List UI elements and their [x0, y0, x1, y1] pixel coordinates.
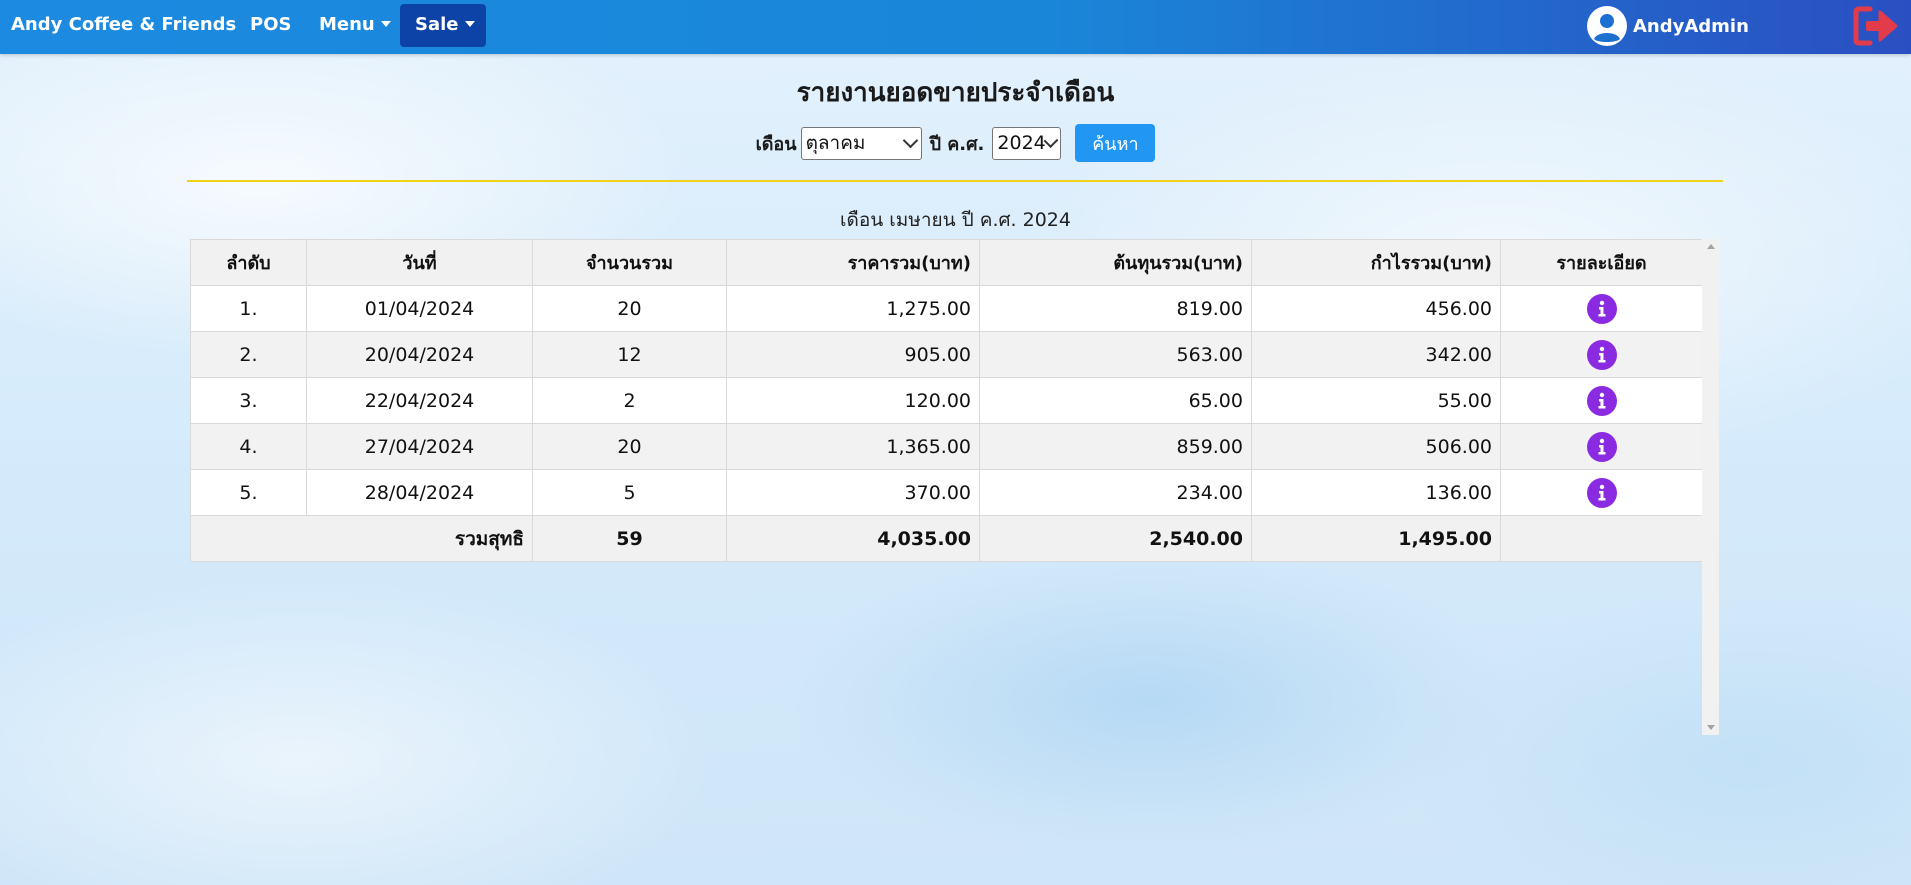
cell-profit: 55.00 [1251, 377, 1501, 424]
scroll-up-arrow-icon[interactable] [1707, 244, 1715, 249]
cell-profit: 506.00 [1251, 423, 1501, 470]
cell-date: 28/04/2024 [306, 469, 533, 516]
page-title: รายงานยอดขายประจำเดือน [796, 78, 1115, 108]
table-row: 4. 27/04/2024 20 1,365.00 859.00 506.00 [190, 423, 1703, 470]
col-header-price: ราคารวม(บาท) [726, 239, 980, 286]
sales-report-table: ลำดับ วันที่ จำนวนรวม ราคารวม(บาท) ต้นทุ… [190, 239, 1703, 562]
cell-detail [1500, 423, 1703, 470]
nav-sale-label: Sale [415, 14, 459, 35]
cell-no: 3. [190, 377, 307, 424]
top-navbar: Andy Coffee & Friends POS Menu Sale Andy… [0, 0, 1911, 54]
table-row: 3. 22/04/2024 2 120.00 65.00 55.00 [190, 377, 1703, 424]
total-cost: 2,540.00 [979, 515, 1252, 562]
year-select-value: 2024 [997, 132, 1046, 154]
cell-qty: 5 [532, 469, 727, 516]
cell-qty: 20 [532, 423, 727, 470]
cell-price: 370.00 [726, 469, 980, 516]
month-select[interactable]: ตุลาคม [800, 126, 922, 160]
col-header-no: ลำดับ [190, 239, 307, 286]
col-header-date: วันที่ [306, 239, 533, 286]
cell-detail [1500, 331, 1703, 378]
info-circle-icon[interactable] [1586, 431, 1617, 462]
report-period-label: เดือน เมษายน ปี ค.ศ. 2024 [840, 209, 1071, 231]
month-label: เดือน [755, 133, 797, 155]
cell-cost: 819.00 [979, 285, 1252, 332]
cell-cost: 65.00 [979, 377, 1252, 424]
cell-price: 1,365.00 [726, 423, 980, 470]
cell-detail [1500, 377, 1703, 424]
table-row: 1. 01/04/2024 20 1,275.00 819.00 456.00 [190, 285, 1703, 332]
year-label: ปี ค.ศ. [929, 133, 985, 155]
filter-form: เดือน ตุลาคม ปี ค.ศ. 2024 ค้นหา [0, 124, 1911, 162]
cell-detail [1500, 285, 1703, 332]
month-select-value: ตุลาคม [805, 132, 866, 154]
scroll-down-arrow-icon[interactable] [1707, 725, 1715, 730]
nav-sale-dropdown[interactable]: Sale [400, 4, 486, 47]
cell-profit: 456.00 [1251, 285, 1501, 332]
cell-price: 1,275.00 [726, 285, 980, 332]
cell-qty: 20 [532, 285, 727, 332]
total-qty: 59 [532, 515, 727, 562]
col-header-profit: กำไรรวม(บาท) [1251, 239, 1501, 286]
year-select[interactable]: 2024 [992, 126, 1062, 160]
nav-menu-dropdown[interactable]: Menu [319, 0, 391, 50]
cell-no: 5. [190, 469, 307, 516]
cell-date: 27/04/2024 [306, 423, 533, 470]
total-label: รวมสุทธิ [190, 515, 533, 562]
cell-price: 120.00 [726, 377, 980, 424]
nav-menu-label: Menu [319, 14, 375, 35]
cell-cost: 859.00 [979, 423, 1252, 470]
caret-down-icon [380, 20, 391, 27]
table-header-row: ลำดับ วันที่ จำนวนรวม ราคารวม(บาท) ต้นทุ… [190, 239, 1703, 286]
username-label: AndyAdmin [1633, 15, 1749, 37]
total-price: 4,035.00 [726, 515, 980, 562]
cell-detail [1500, 469, 1703, 516]
table-row: 2. 20/04/2024 12 905.00 563.00 342.00 [190, 331, 1703, 378]
cell-date: 20/04/2024 [306, 331, 533, 378]
table-scrollbar[interactable] [1702, 239, 1719, 735]
user-menu[interactable]: AndyAdmin [1587, 6, 1749, 46]
cell-profit: 342.00 [1251, 331, 1501, 378]
cell-profit: 136.00 [1251, 469, 1501, 516]
chevron-down-icon [902, 132, 918, 149]
table-row: 5. 28/04/2024 5 370.00 234.00 136.00 [190, 469, 1703, 516]
divider [187, 180, 1723, 182]
sign-out-icon[interactable] [1853, 5, 1899, 47]
cell-qty: 12 [532, 331, 727, 378]
brand-link[interactable]: Andy Coffee & Friends [11, 0, 236, 50]
cell-no: 2. [190, 331, 307, 378]
cell-cost: 234.00 [979, 469, 1252, 516]
caret-down-icon [464, 20, 475, 27]
cell-date: 01/04/2024 [306, 285, 533, 332]
total-profit: 1,495.00 [1251, 515, 1501, 562]
cell-qty: 2 [532, 377, 727, 424]
col-header-detail: รายละเอียด [1500, 239, 1703, 286]
cell-no: 4. [190, 423, 307, 470]
table-total-row: รวมสุทธิ 59 4,035.00 2,540.00 1,495.00 [190, 515, 1703, 562]
total-empty-cell [1500, 515, 1703, 562]
nav-pos-link[interactable]: POS [250, 0, 291, 50]
report-table-container[interactable]: ลำดับ วันที่ จำนวนรวม ราคารวม(บาท) ต้นทุ… [190, 239, 1719, 735]
cell-price: 905.00 [726, 331, 980, 378]
user-circle-icon [1587, 6, 1627, 46]
search-button[interactable]: ค้นหา [1075, 124, 1156, 162]
info-circle-icon[interactable] [1586, 477, 1617, 508]
info-circle-icon[interactable] [1586, 339, 1617, 370]
cell-cost: 563.00 [979, 331, 1252, 378]
col-header-cost: ต้นทุนรวม(บาท) [979, 239, 1252, 286]
info-circle-icon[interactable] [1586, 385, 1617, 416]
info-circle-icon[interactable] [1586, 293, 1617, 324]
col-header-qty: จำนวนรวม [532, 239, 727, 286]
cell-no: 1. [190, 285, 307, 332]
cell-date: 22/04/2024 [306, 377, 533, 424]
